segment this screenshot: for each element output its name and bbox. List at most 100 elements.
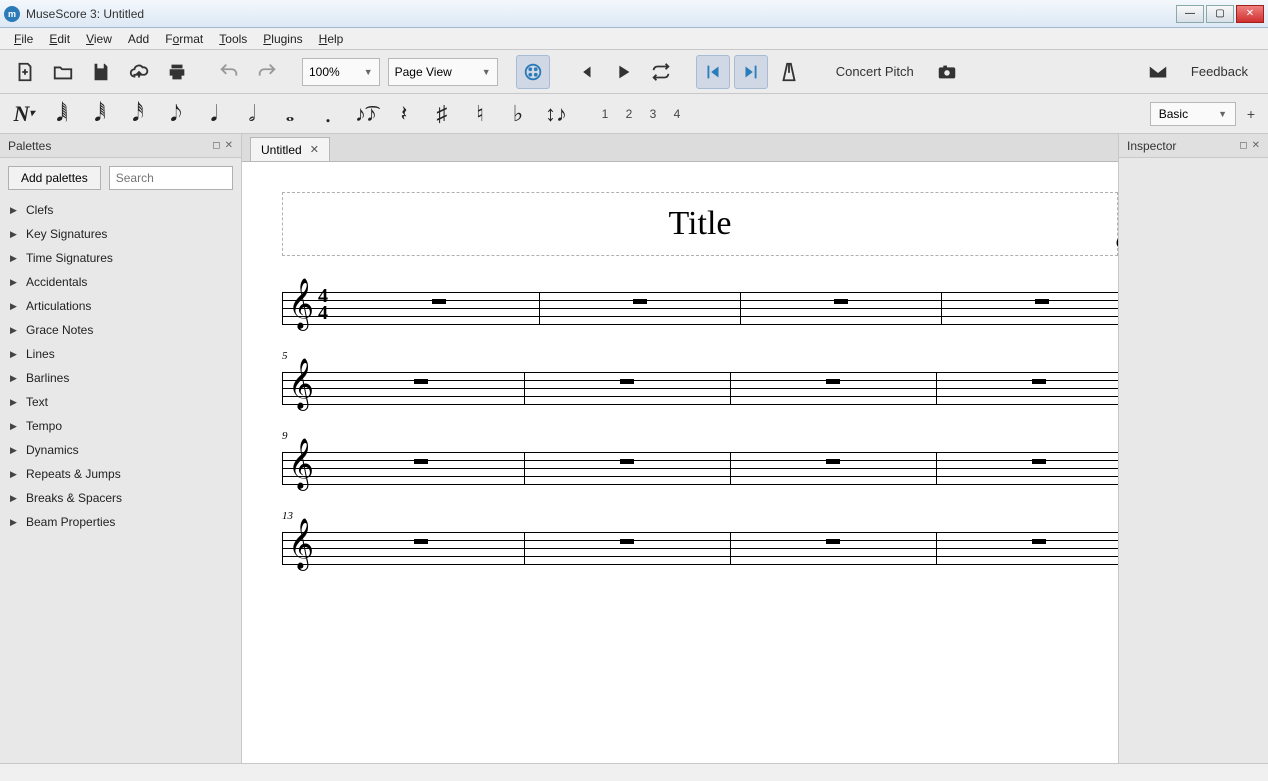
voice-2-button[interactable]: 2 <box>620 107 638 121</box>
barline[interactable] <box>730 452 731 485</box>
feedback-button[interactable]: Feedback <box>1179 55 1260 89</box>
duration-64th-button[interactable]: 𝅘𝅥𝅲 <box>46 98 78 130</box>
barline[interactable] <box>936 372 937 405</box>
palette-color-button[interactable] <box>516 55 550 89</box>
sharp-button[interactable]: ♯ <box>426 98 458 130</box>
treble-clef-icon[interactable]: 𝄞 <box>288 362 314 406</box>
duration-32nd-button[interactable]: 𝅘𝅥𝅱 <box>84 98 116 130</box>
palette-item[interactable]: ▶Key Signatures <box>0 222 241 246</box>
zoom-select[interactable]: 100%▼ <box>302 58 380 86</box>
barline[interactable] <box>524 372 525 405</box>
add-palettes-button[interactable]: Add palettes <box>8 166 101 190</box>
palette-item[interactable]: ▶Time Signatures <box>0 246 241 270</box>
tie-button[interactable]: ♪͡♪ <box>350 98 382 130</box>
workspace-add-button[interactable]: + <box>1242 106 1260 122</box>
note-input-mode-button[interactable]: N▾ <box>8 98 40 130</box>
treble-clef-icon[interactable]: 𝄞 <box>288 522 314 566</box>
staff[interactable]: 𝄞 <box>282 446 1118 490</box>
whole-rest[interactable] <box>1035 299 1049 304</box>
save-button[interactable] <box>84 55 118 89</box>
maximize-button[interactable]: ▢ <box>1206 5 1234 23</box>
staff[interactable]: 𝄞44 <box>282 286 1118 330</box>
duration-16th-button[interactable]: 𝅘𝅥𝅰 <box>122 98 154 130</box>
loop-button[interactable] <box>644 55 678 89</box>
minimize-button[interactable]: — <box>1176 5 1204 23</box>
concert-pitch-button[interactable]: Concert Pitch <box>824 55 926 89</box>
whole-rest[interactable] <box>1032 379 1046 384</box>
rest-button[interactable]: 𝄽 <box>388 98 420 130</box>
whole-rest[interactable] <box>414 539 428 544</box>
whole-rest[interactable] <box>414 459 428 464</box>
metronome-button[interactable] <box>772 55 806 89</box>
score-title[interactable]: Title <box>303 205 1097 243</box>
palette-item[interactable]: ▶Grace Notes <box>0 318 241 342</box>
treble-clef-icon[interactable]: 𝄞 <box>288 282 314 326</box>
inspector-undock-icon[interactable]: ◻ <box>1239 140 1247 151</box>
palette-item[interactable]: ▶Text <box>0 390 241 414</box>
undo-button[interactable] <box>212 55 246 89</box>
staff[interactable]: 𝄞 <box>282 526 1118 570</box>
whole-rest[interactable] <box>1032 459 1046 464</box>
new-file-button[interactable] <box>8 55 42 89</box>
whole-rest[interactable] <box>432 299 446 304</box>
whole-rest[interactable] <box>826 459 840 464</box>
whole-rest[interactable] <box>834 299 848 304</box>
workspace-select[interactable]: Basic▼ <box>1150 102 1236 126</box>
score-composer[interactable]: Com <box>1116 235 1118 253</box>
loop-in-button[interactable] <box>696 55 730 89</box>
score-page[interactable]: Title Com 𝄞44 5𝄞 9𝄞 13𝄞 <box>242 162 1118 763</box>
palette-item[interactable]: ▶Dynamics <box>0 438 241 462</box>
print-button[interactable] <box>160 55 194 89</box>
palette-item[interactable]: ▶Articulations <box>0 294 241 318</box>
voice-4-button[interactable]: 4 <box>668 107 686 121</box>
palettes-undock-icon[interactable]: ◻ <box>212 140 220 151</box>
palette-item[interactable]: ▶Lines <box>0 342 241 366</box>
title-frame[interactable]: Title Com <box>282 192 1118 256</box>
duration-quarter-button[interactable]: 𝅘𝅥 <box>198 98 230 130</box>
palette-item[interactable]: ▶Accidentals <box>0 270 241 294</box>
flip-button[interactable]: ↕♪ <box>540 98 572 130</box>
feedback-icon[interactable] <box>1141 55 1175 89</box>
barline[interactable] <box>730 372 731 405</box>
palette-item[interactable]: ▶Breaks & Spacers <box>0 486 241 510</box>
natural-button[interactable]: ♮ <box>464 98 496 130</box>
barline[interactable] <box>282 292 283 325</box>
palette-item[interactable]: ▶Tempo <box>0 414 241 438</box>
barline[interactable] <box>941 292 942 325</box>
camera-button[interactable] <box>930 55 964 89</box>
whole-rest[interactable] <box>1032 539 1046 544</box>
staff-system[interactable]: 13𝄞 <box>282 526 1118 570</box>
duration-8th-button[interactable]: 𝅘𝅥𝅮 <box>160 98 192 130</box>
view-mode-select[interactable]: Page View▼ <box>388 58 498 86</box>
duration-half-button[interactable]: 𝅗𝅥 <box>236 98 268 130</box>
score-scroll[interactable]: Title Com 𝄞44 5𝄞 9𝄞 13𝄞 <box>242 162 1118 763</box>
staff-system[interactable]: 9𝄞 <box>282 446 1118 490</box>
barline[interactable] <box>524 452 525 485</box>
menu-view[interactable]: View <box>78 28 120 49</box>
redo-button[interactable] <box>250 55 284 89</box>
whole-rest[interactable] <box>414 379 428 384</box>
barline[interactable] <box>282 372 283 405</box>
palette-item[interactable]: ▶Repeats & Jumps <box>0 462 241 486</box>
menu-file[interactable]: File <box>6 28 41 49</box>
voice-1-button[interactable]: 1 <box>596 107 614 121</box>
menu-add[interactable]: Add <box>120 28 157 49</box>
menu-edit[interactable]: Edit <box>41 28 78 49</box>
menu-plugins[interactable]: Plugins <box>255 28 310 49</box>
barline[interactable] <box>539 292 540 325</box>
duration-dot-button[interactable]: . <box>312 98 344 130</box>
duration-whole-button[interactable]: 𝅝 <box>274 98 306 130</box>
treble-clef-icon[interactable]: 𝄞 <box>288 442 314 486</box>
barline[interactable] <box>936 452 937 485</box>
barline[interactable] <box>524 532 525 565</box>
whole-rest[interactable] <box>826 379 840 384</box>
palettes-close-icon[interactable]: ✕ <box>225 140 233 151</box>
staff-system[interactable]: 5𝄞 <box>282 366 1118 410</box>
palette-item[interactable]: ▶Beam Properties <box>0 510 241 534</box>
whole-rest[interactable] <box>633 299 647 304</box>
menu-help[interactable]: Help <box>311 28 352 49</box>
play-button[interactable] <box>606 55 640 89</box>
barline[interactable] <box>282 532 283 565</box>
whole-rest[interactable] <box>620 379 634 384</box>
close-button[interactable]: ✕ <box>1236 5 1264 23</box>
